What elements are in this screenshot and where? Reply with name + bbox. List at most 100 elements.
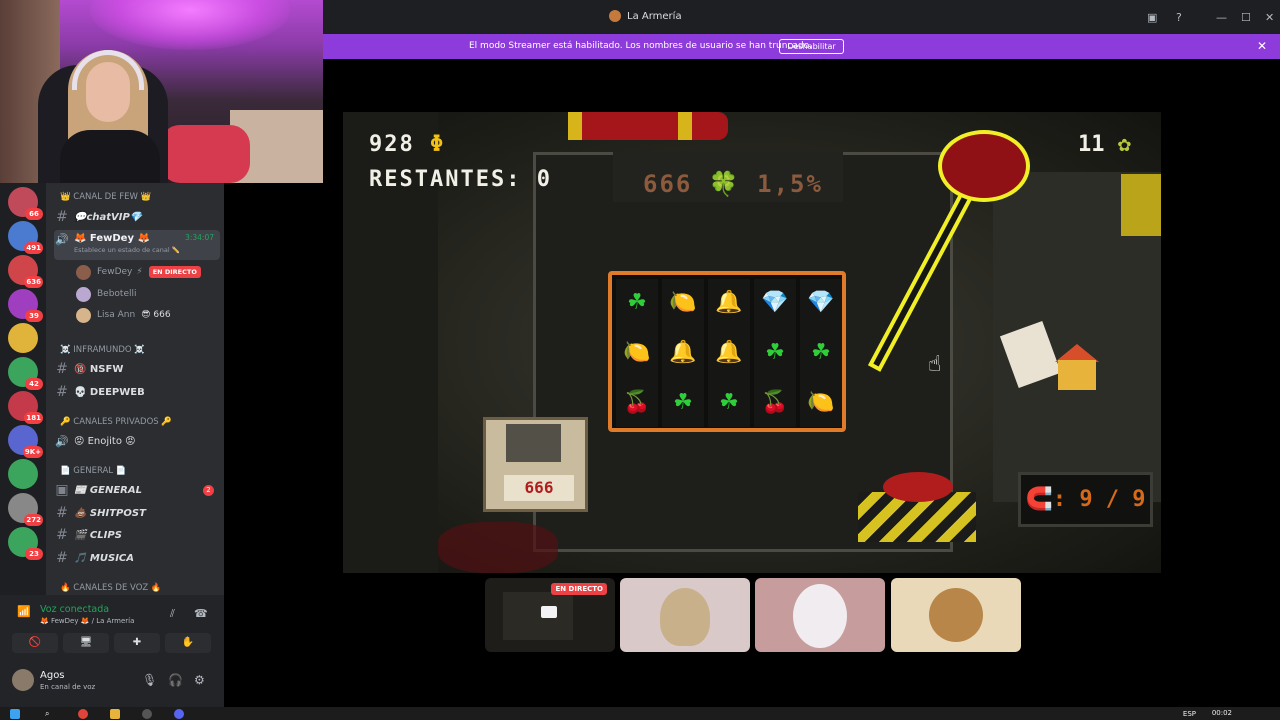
- hash-icon: #: [56, 527, 68, 543]
- participant-tile-stream[interactable]: EN DIRECTO: [485, 578, 615, 652]
- channel-timer: 3:34:07: [185, 233, 214, 242]
- screen: La Armería ▣ ? — ☐ ✕ El modo Streamer es…: [0, 0, 1280, 720]
- channel-status: Establece un estado de canal ✏️: [74, 246, 180, 254]
- server-icon[interactable]: [8, 323, 38, 353]
- headphones-icon[interactable]: 🎧: [168, 673, 183, 687]
- obs-icon[interactable]: [142, 709, 152, 719]
- dynamite-band: [678, 112, 692, 140]
- file-explorer-icon[interactable]: [110, 709, 120, 719]
- soundboard-button[interactable]: ✋: [165, 633, 211, 653]
- voice-location: 🦊 FewDey 🦊 / La Armería: [40, 617, 135, 625]
- disconnect-icon[interactable]: ☎: [194, 607, 208, 620]
- coin-icon: Φ: [430, 132, 446, 157]
- server-icon[interactable]: 636: [8, 255, 43, 288]
- microphone-icon[interactable]: 🎙: [142, 673, 157, 687]
- server-icon[interactable]: 23: [8, 527, 43, 560]
- category-general[interactable]: 📄 GENERAL 📄: [60, 466, 126, 476]
- language-indicator[interactable]: ESP: [1183, 710, 1196, 718]
- category-canal-de-few[interactable]: 👑 CANAL DE FEW 👑: [60, 192, 151, 202]
- server-icon[interactable]: 9K+: [8, 425, 43, 458]
- reel-symbol: 🍋: [623, 340, 651, 365]
- floppy-disk[interactable]: 666: [483, 417, 588, 512]
- category-canales-privados[interactable]: 🔑 CANALES PRIVADOS 🔑: [60, 417, 172, 427]
- server-badge: 181: [24, 412, 43, 424]
- reel-symbol: ☘: [765, 340, 785, 365]
- user-name[interactable]: Agos: [40, 670, 65, 681]
- category-canales-de-voz[interactable]: 🔥 CANALES DE VOZ 🔥: [60, 583, 162, 593]
- server-badge: 636: [24, 276, 43, 288]
- voice-user-name: Bebotelli: [97, 289, 137, 299]
- screen-share-icon: [541, 606, 557, 618]
- reel-symbol: ☘: [811, 340, 831, 365]
- minimize-button[interactable]: —: [1216, 11, 1227, 24]
- camera-button[interactable]: 🚫: [12, 633, 58, 653]
- server-icon[interactable]: [8, 459, 38, 489]
- channel-general[interactable]: ▣ 📰 GENERAL 2: [54, 480, 220, 500]
- streamer-mode-banner: El modo Streamer está habilitado. Los no…: [323, 34, 1280, 59]
- avatar[interactable]: [12, 669, 34, 691]
- spin-button[interactable]: [883, 472, 953, 502]
- help-icon[interactable]: ?: [1176, 11, 1182, 24]
- avatar: [76, 286, 91, 302]
- speaker-icon: 🔊: [55, 434, 69, 448]
- voice-user-bebotelli[interactable]: Bebotelli: [76, 284, 137, 304]
- lever-knob[interactable]: [938, 130, 1030, 202]
- channel-shitpost[interactable]: # 💩 SHITPOST: [54, 503, 220, 523]
- signal-icon[interactable]: 📶: [17, 605, 31, 618]
- voice-channel-fewdey[interactable]: 🔊 🦊 FewDey 🦊 Establece un estado de cana…: [54, 230, 220, 260]
- channel-clips[interactable]: # 🎬 CLIPS: [54, 525, 220, 545]
- chrome-icon[interactable]: [78, 709, 88, 719]
- hash-icon: #: [56, 361, 68, 377]
- voice-channel-enojito[interactable]: 🔊 😡 Enojito 😡: [54, 431, 220, 451]
- avatar: [76, 264, 91, 280]
- server-icon[interactable]: 491: [8, 221, 43, 254]
- participant-tile-bebotelli[interactable]: [755, 578, 885, 652]
- server-icon[interactable]: 181: [8, 391, 43, 424]
- server-icon[interactable]: 66: [8, 187, 43, 220]
- inbox-icon[interactable]: ▣: [1147, 11, 1157, 24]
- reel-column: 🍋 🔔 ☘: [662, 279, 704, 427]
- server-icon[interactable]: 42: [8, 357, 43, 390]
- search-icon[interactable]: ⌕: [45, 709, 55, 719]
- screen-share-button[interactable]: 🖥: [63, 633, 109, 653]
- channel-deepweb[interactable]: # 💀 DEEPWEB: [54, 382, 220, 402]
- channel-chatvip[interactable]: # 💬chatVIP💎: [54, 207, 220, 227]
- stream-video[interactable]: 928 Φ RESTANTES: 0 11 ✿ 666 🍀 1,5% ☘ 🍋 🍒 🍋 🔔…: [343, 112, 1161, 573]
- reel-symbol: 🔔: [715, 340, 743, 365]
- server-badge: 491: [24, 242, 43, 254]
- discord-icon[interactable]: [174, 709, 184, 719]
- windows-start-icon[interactable]: [10, 709, 20, 719]
- channel-label: 🎵 MUSICA: [74, 552, 135, 564]
- server-badge: 66: [25, 208, 43, 220]
- channel-label: 🔞 NSFW: [74, 363, 124, 375]
- category-inframundo[interactable]: ☠️ INFRAMUNDO ☠️: [60, 345, 145, 355]
- channel-label: 🎬 CLIPS: [74, 529, 122, 541]
- user-status: En canal de voz: [40, 683, 96, 691]
- close-window-button[interactable]: ✕: [1265, 11, 1274, 24]
- gear-icon[interactable]: ⚙: [194, 673, 205, 687]
- voice-user-name: Lisa Ann: [97, 310, 136, 320]
- activities-button[interactable]: ✚: [114, 633, 160, 653]
- maximize-button[interactable]: ☐: [1241, 11, 1251, 24]
- noise-suppression-icon[interactable]: ⫽: [170, 607, 175, 621]
- floppy-label: 666: [504, 475, 574, 501]
- close-icon[interactable]: ✕: [1257, 39, 1267, 53]
- server-icon[interactable]: 272: [8, 493, 43, 526]
- voice-status[interactable]: Voz conectada: [40, 604, 109, 615]
- participant-avatar: [929, 588, 983, 642]
- disable-streamer-mode-button[interactable]: Deshabilitar: [779, 39, 844, 54]
- banner-message: El modo Streamer está habilitado. Los no…: [469, 41, 812, 51]
- channel-musica[interactable]: # 🎵 MUSICA: [54, 548, 220, 568]
- participant-tile-fewdey[interactable]: [620, 578, 750, 652]
- voice-user-lisa-ann[interactable]: Lisa Ann 😎 666: [76, 305, 171, 325]
- participant-tile-lisa-ann[interactable]: [891, 578, 1021, 652]
- channel-nsfw[interactable]: # 🔞 NSFW: [54, 359, 220, 379]
- reel-symbol: 🍒: [623, 390, 651, 415]
- server-icon[interactable]: 39: [8, 289, 43, 322]
- participant-avatar: [660, 588, 710, 646]
- voice-user-fewdey[interactable]: FewDey ⚡ EN DIRECTO: [76, 262, 201, 282]
- reel-symbol: 💎: [761, 290, 789, 315]
- live-badge: EN DIRECTO: [551, 583, 607, 595]
- webcam-overlay: [0, 0, 323, 183]
- clock[interactable]: 00:02: [1212, 709, 1232, 717]
